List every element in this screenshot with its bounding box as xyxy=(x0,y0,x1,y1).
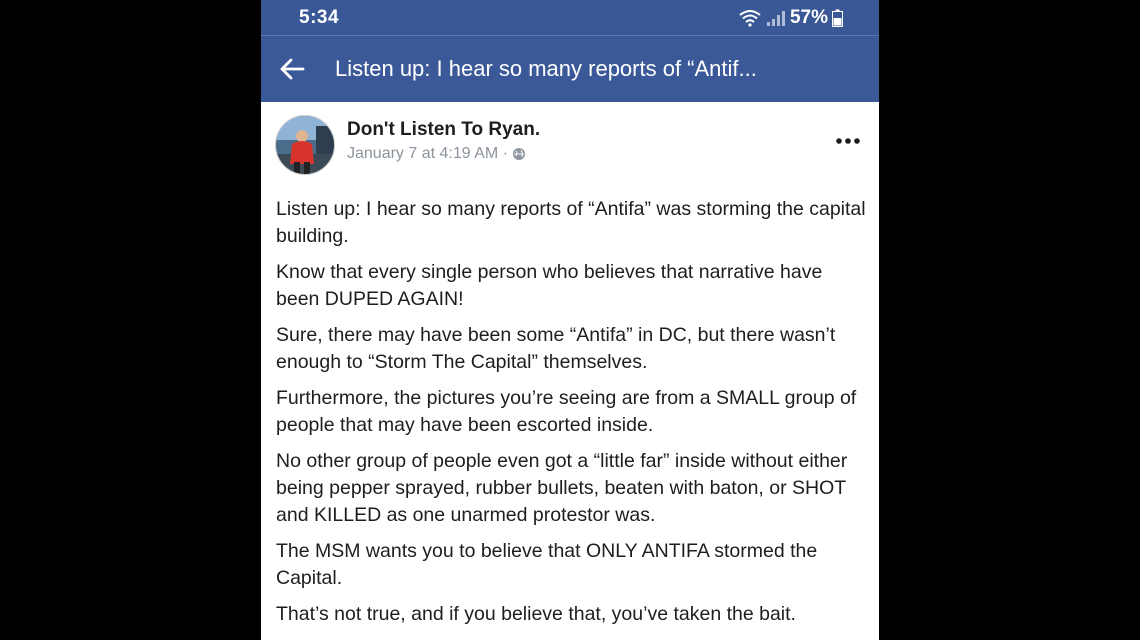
arrow-left-icon[interactable] xyxy=(279,56,305,82)
avatar-image xyxy=(276,116,334,174)
top-nav-bar: Listen up: I hear so many reports of “An… xyxy=(261,36,879,102)
ellipsis-icon[interactable] xyxy=(835,136,861,146)
signal-icon xyxy=(766,10,785,26)
post-header: Don't Listen To Ryan. January 7 at 4:19 … xyxy=(261,102,879,188)
page-title: Listen up: I hear so many reports of “An… xyxy=(335,56,757,81)
battery-percent: 57% xyxy=(789,6,828,28)
post-paragraph: Listen up: I hear so many reports of “An… xyxy=(276,198,866,247)
post-timestamp[interactable]: January 7 at 4:19 AM · xyxy=(347,145,508,163)
post-paragraph: Know that every single person who believ… xyxy=(276,261,823,310)
author-name[interactable]: Don't Listen To Ryan. xyxy=(347,119,540,141)
phone-screen: 5:34 57% Listen up: I hear so many repor… xyxy=(261,0,879,640)
post-meta: January 7 at 4:19 AM · xyxy=(347,145,540,163)
post-paragraph: Sure, there may have been some “Antifa” … xyxy=(276,324,836,373)
post: Don't Listen To Ryan. January 7 at 4:19 … xyxy=(261,102,879,628)
status-indicators: 57% xyxy=(738,7,843,29)
post-paragraph: The MSM wants you to believe that ONLY A… xyxy=(276,540,818,589)
wifi-icon xyxy=(739,9,761,27)
battery-icon xyxy=(832,9,843,27)
post-paragraph: No other group of people even got a “lit… xyxy=(276,450,848,526)
globe-icon xyxy=(512,148,525,160)
post-paragraph: That’s not true, and if you believe that… xyxy=(276,603,796,625)
status-time: 5:34 xyxy=(299,6,340,28)
post-body: Listen up: I hear so many reports of “An… xyxy=(261,188,879,628)
avatar[interactable] xyxy=(275,115,335,175)
author-block: Don't Listen To Ryan. January 7 at 4:19 … xyxy=(347,119,540,163)
status-bar: 5:34 57% xyxy=(261,0,879,36)
post-paragraph: Furthermore, the pictures you’re seeing … xyxy=(276,387,857,436)
